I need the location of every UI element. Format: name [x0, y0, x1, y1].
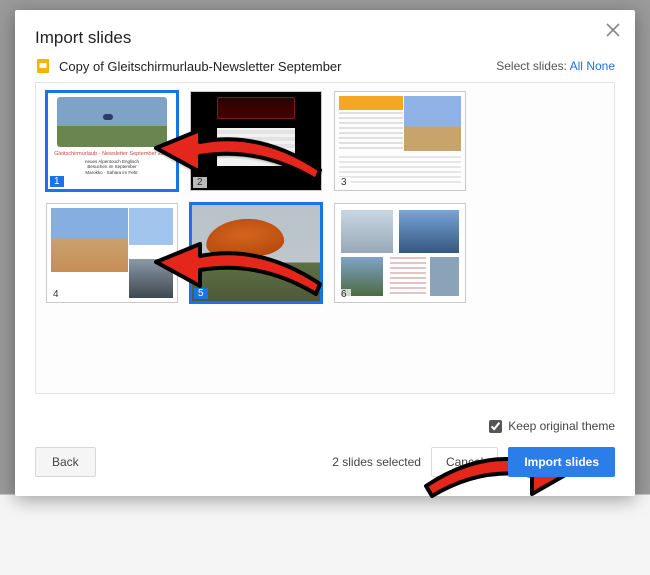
slide-number: 2: [193, 177, 207, 188]
select-none-link[interactable]: None: [586, 59, 615, 73]
slides-grid: Gleitschirmurlaub · Newsletter September…: [46, 91, 604, 303]
dialog-footer: Keep original theme Back 2 slides select…: [15, 412, 635, 496]
back-button[interactable]: Back: [35, 447, 96, 477]
slide-preview: Gleitschirmurlaub · Newsletter September…: [48, 93, 176, 189]
slide-number: 3: [337, 177, 351, 188]
slide-thumb-4[interactable]: 4: [46, 203, 178, 303]
slide-number: 4: [49, 289, 63, 300]
slides-grid-container: Gleitschirmurlaub · Newsletter September…: [35, 82, 615, 394]
dialog-title: Import slides: [15, 10, 635, 58]
keep-theme-label: Keep original theme: [508, 419, 615, 433]
document-name: Copy of Gleitschirmurlaub-Newsletter Sep…: [59, 59, 342, 74]
selected-count-label: 2 slides selected: [332, 455, 421, 469]
google-slides-icon: [35, 58, 51, 74]
slide-preview: [335, 92, 465, 190]
import-slides-dialog: Import slides Copy of Gleitschirmurlaub-…: [15, 10, 635, 496]
cancel-button[interactable]: Cancel: [431, 447, 498, 477]
slide-thumb-1[interactable]: Gleitschirmurlaub · Newsletter September…: [46, 91, 178, 191]
import-slides-button[interactable]: Import slides: [508, 447, 615, 477]
slide-thumb-6[interactable]: 6: [334, 203, 466, 303]
select-all-link[interactable]: All: [570, 59, 583, 73]
select-slides-controls: Select slides: All None: [496, 59, 615, 73]
slide-preview: [335, 204, 465, 302]
slide-number: 1: [50, 176, 64, 187]
close-icon: [606, 23, 620, 42]
document-row: Copy of Gleitschirmurlaub-Newsletter Sep…: [15, 58, 635, 82]
slide-number: 5: [194, 288, 208, 299]
slide-number: 6: [337, 289, 351, 300]
slide-thumb-2[interactable]: 2: [190, 91, 322, 191]
slide-thumb-5[interactable]: 5: [190, 203, 322, 303]
slide-preview: [47, 204, 177, 302]
slide-preview: [191, 92, 321, 190]
keep-theme-checkbox[interactable]: [489, 420, 502, 433]
select-slides-label: Select slides:: [496, 59, 567, 73]
slide-preview: [192, 205, 320, 301]
slide-thumb-3[interactable]: 3: [334, 91, 466, 191]
close-button[interactable]: [601, 20, 625, 44]
